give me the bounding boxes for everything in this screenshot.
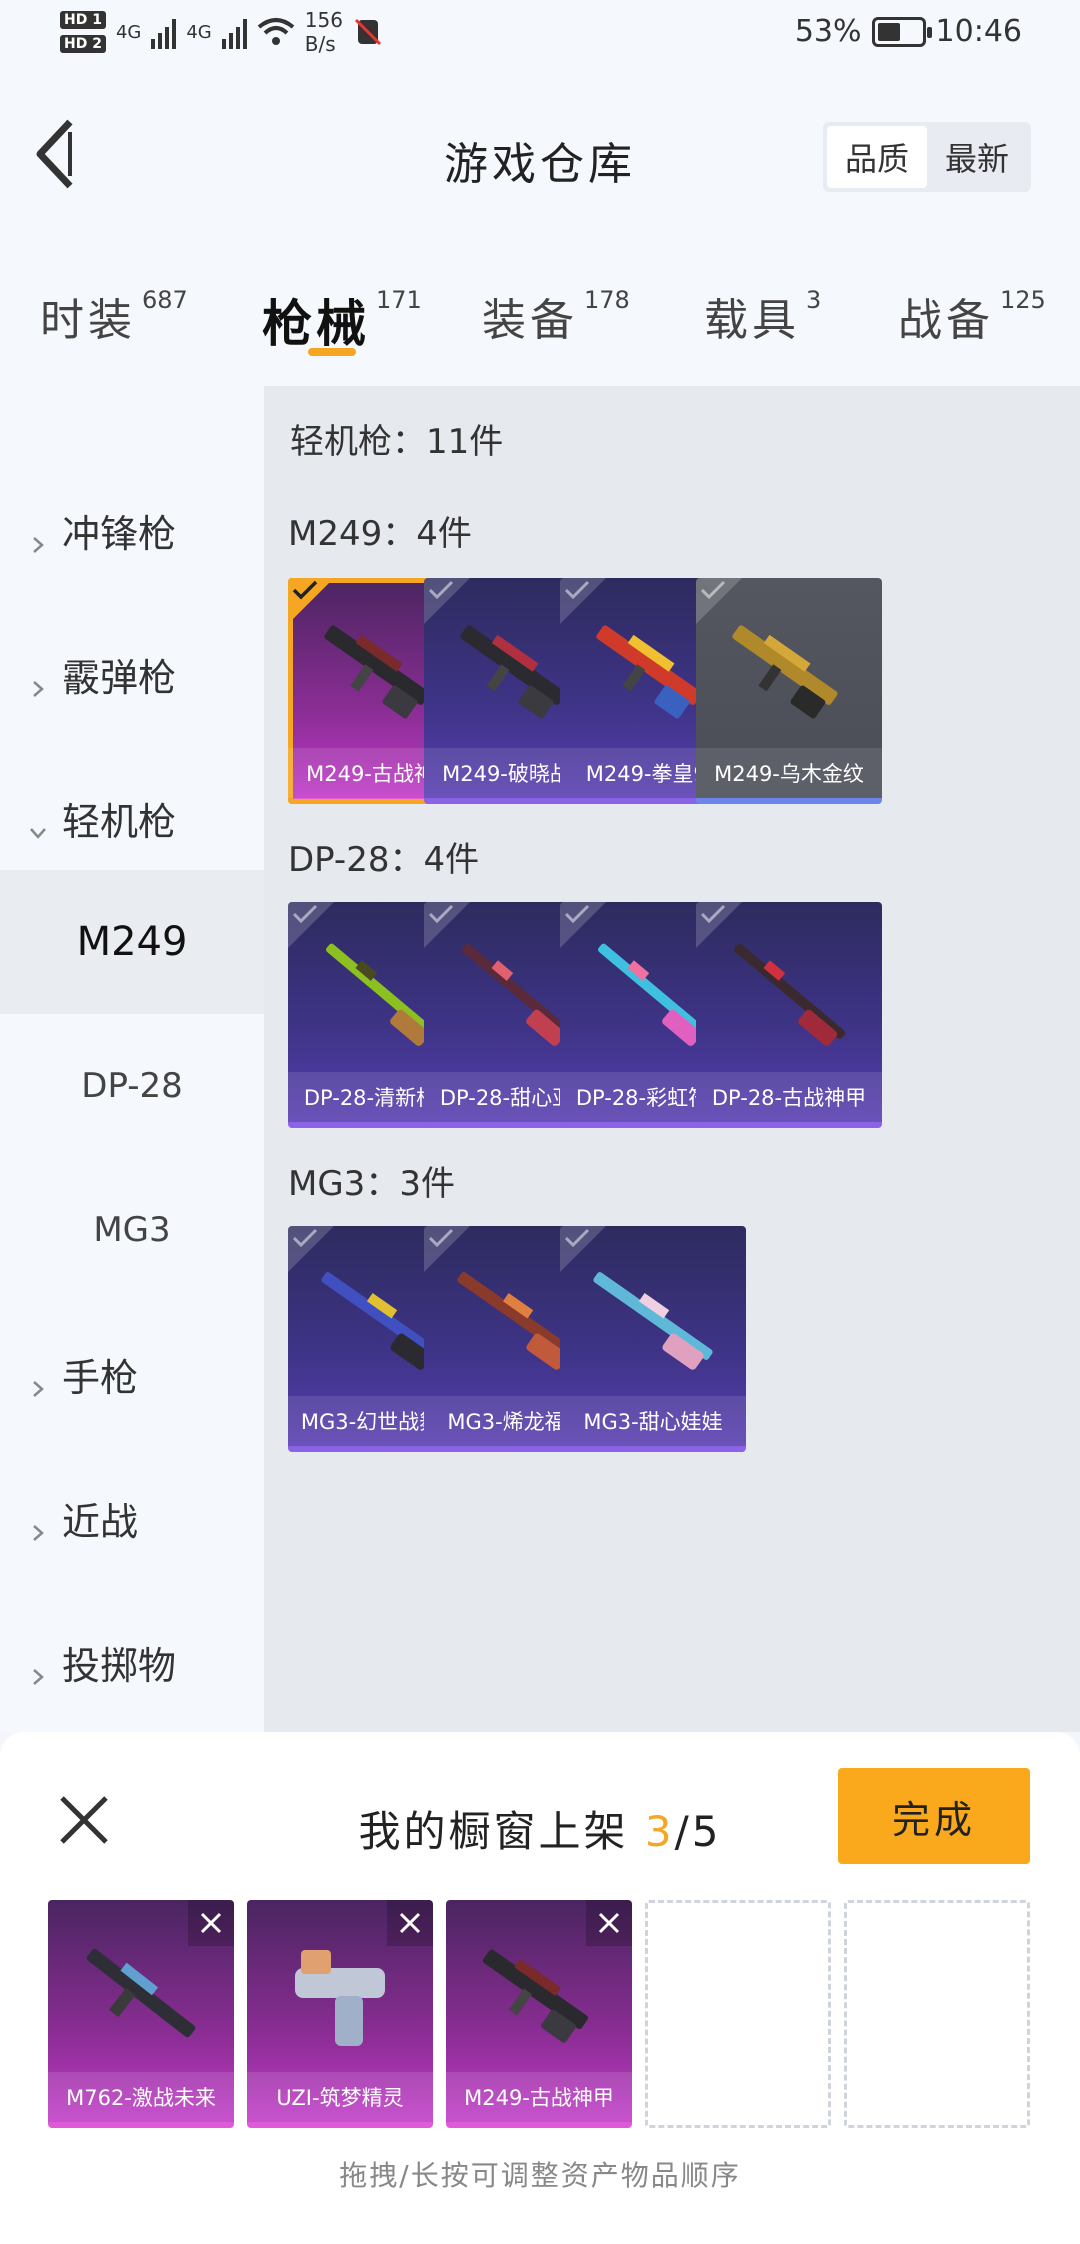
remove-slot-button[interactable] xyxy=(586,1900,632,1946)
active-tab-indicator xyxy=(308,348,356,356)
net1-label: 4G xyxy=(115,21,142,43)
checkmark-icon xyxy=(292,1228,318,1248)
showcase-empty-slot[interactable] xyxy=(844,1900,1030,2128)
chevron-right-icon xyxy=(28,520,48,553)
net2-label: 4G xyxy=(186,21,212,43)
close-icon xyxy=(399,1912,421,1934)
item-card[interactable]: MG3-甜心娃娃 xyxy=(560,1226,746,1452)
sort-quality-button[interactable]: 品质 xyxy=(827,126,927,188)
header: 游戏仓库 品质 最新 xyxy=(0,72,1080,240)
tab-equipment[interactable]: 装备 178 xyxy=(482,284,630,348)
weapon-image xyxy=(86,1948,196,2038)
slot-item-name: M762-激战未来 xyxy=(48,2072,234,2122)
item-name: DP-28-古战神甲 xyxy=(696,1072,882,1122)
weapon-type-sidebar: 冲锋枪 霰弹枪 轻机枪 M249 DP-28 MG3 手枪 近战 投掷物 xyxy=(0,386,264,1732)
group-title-m249: M249：4件 xyxy=(288,514,472,554)
checkmark-icon xyxy=(292,904,318,924)
showcase-slot[interactable]: M762-激战未来 xyxy=(48,1900,234,2128)
sidebar-item-lmg[interactable]: 轻机枪 xyxy=(0,746,264,890)
done-button[interactable]: 完成 xyxy=(838,1768,1030,1864)
sidebar-subitem-m249[interactable]: M249 xyxy=(0,870,264,1014)
showcase-sheet: 我的橱窗上架 3/5 完成 M762-激战未来 UZI-筑梦精灵 M249-古战… xyxy=(0,1732,1080,2244)
checkmark-icon xyxy=(564,580,590,600)
hd2-badge: HD 2 xyxy=(60,35,106,53)
weapon-image xyxy=(295,1950,385,2046)
close-icon xyxy=(200,1912,222,1934)
group-title-mg3: MG3：3件 xyxy=(288,1164,455,1204)
slot-item-name: M249-古战神甲 xyxy=(446,2072,632,2122)
weapon-image xyxy=(482,1949,589,2043)
weapon-image xyxy=(732,625,838,719)
slot-item-name: UZI-筑梦精灵 xyxy=(247,2072,433,2122)
sidebar-item-melee[interactable]: 近战 xyxy=(0,1446,264,1590)
showcase-slot[interactable]: M249-古战神甲 xyxy=(446,1900,632,2128)
section-title: 轻机枪：11件 xyxy=(290,422,504,462)
status-bar: HD 1 HD 2 4G 4G 156 B/s 53% 10:46 xyxy=(0,0,1080,72)
checkmark-icon xyxy=(428,904,454,924)
chevron-right-icon xyxy=(28,1508,48,1541)
tab-firearms[interactable]: 枪械 171 xyxy=(262,284,422,356)
remove-slot-button[interactable] xyxy=(188,1900,234,1946)
chevron-right-icon xyxy=(28,664,48,697)
chevron-right-icon xyxy=(28,1364,48,1397)
notification-icon xyxy=(354,18,382,46)
checkmark-icon xyxy=(564,1228,590,1248)
sidebar-subitem-mg3[interactable]: MG3 xyxy=(0,1158,264,1302)
checkmark-icon xyxy=(700,904,726,924)
clock: 10:46 xyxy=(935,14,1022,49)
battery-percent: 53% xyxy=(794,14,862,49)
net-speed: 156 B/s xyxy=(304,8,343,56)
checkmark-icon xyxy=(292,580,318,600)
checkmark-icon xyxy=(428,1228,454,1248)
checkmark-icon xyxy=(564,904,590,924)
chevron-down-icon xyxy=(28,808,48,839)
sidebar-item-smg[interactable]: 冲锋枪 xyxy=(0,458,264,602)
signal2-icon xyxy=(221,15,247,49)
battery-icon xyxy=(871,16,932,47)
sidebar-item-pistol[interactable]: 手枪 xyxy=(0,1302,264,1446)
remove-slot-button[interactable] xyxy=(387,1900,433,1946)
checkmark-icon xyxy=(700,580,726,600)
sidebar-item-shotgun[interactable]: 霰弹枪 xyxy=(0,602,264,746)
sort-toggle: 品质 最新 xyxy=(823,122,1031,192)
close-icon xyxy=(598,1912,620,1934)
group-title-dp28: DP-28：4件 xyxy=(288,840,480,880)
checkmark-icon xyxy=(428,580,454,600)
sort-newest-button[interactable]: 最新 xyxy=(927,126,1027,188)
item-card[interactable]: M249-乌木金纹 xyxy=(696,578,882,804)
sidebar-item-throwables[interactable]: 投掷物 xyxy=(0,1590,264,1732)
category-tabs: 时装 687 枪械 171 装备 178 载具 3 战备 125 xyxy=(0,240,1080,386)
status-left: HD 1 HD 2 4G 4G 156 B/s xyxy=(60,8,383,56)
sidebar-subitem-dp28[interactable]: DP-28 xyxy=(0,1014,264,1158)
signal-icon xyxy=(151,15,177,49)
hd1-badge: HD 1 xyxy=(60,11,106,29)
showcase-empty-slot[interactable] xyxy=(645,1900,831,2128)
reorder-hint: 拖拽/长按可调整资产物品顺序 xyxy=(339,2159,741,2192)
item-card[interactable]: DP-28-古战神甲 xyxy=(696,902,882,1128)
item-name: MG3-甜心娃娃 xyxy=(560,1396,746,1446)
tab-vehicles[interactable]: 载具 3 xyxy=(704,284,821,348)
weapon-image xyxy=(593,1272,713,1370)
showcase-current-count: 3 xyxy=(644,1807,675,1856)
tab-fashion[interactable]: 时装 687 xyxy=(40,284,188,348)
status-right: 53% 10:46 xyxy=(795,14,1022,49)
showcase-slot[interactable]: UZI-筑梦精灵 xyxy=(247,1900,433,2128)
chevron-right-icon xyxy=(28,1652,48,1685)
wifi-icon xyxy=(257,18,295,45)
item-grid-panel: 轻机枪：11件 M249：4件 M249-古战神甲 M249-破晓战魂 M249… xyxy=(264,386,1080,1732)
item-name: M249-乌木金纹 xyxy=(696,748,882,798)
weapon-image xyxy=(734,943,846,1046)
tab-supplies[interactable]: 战备 125 xyxy=(898,284,1046,348)
